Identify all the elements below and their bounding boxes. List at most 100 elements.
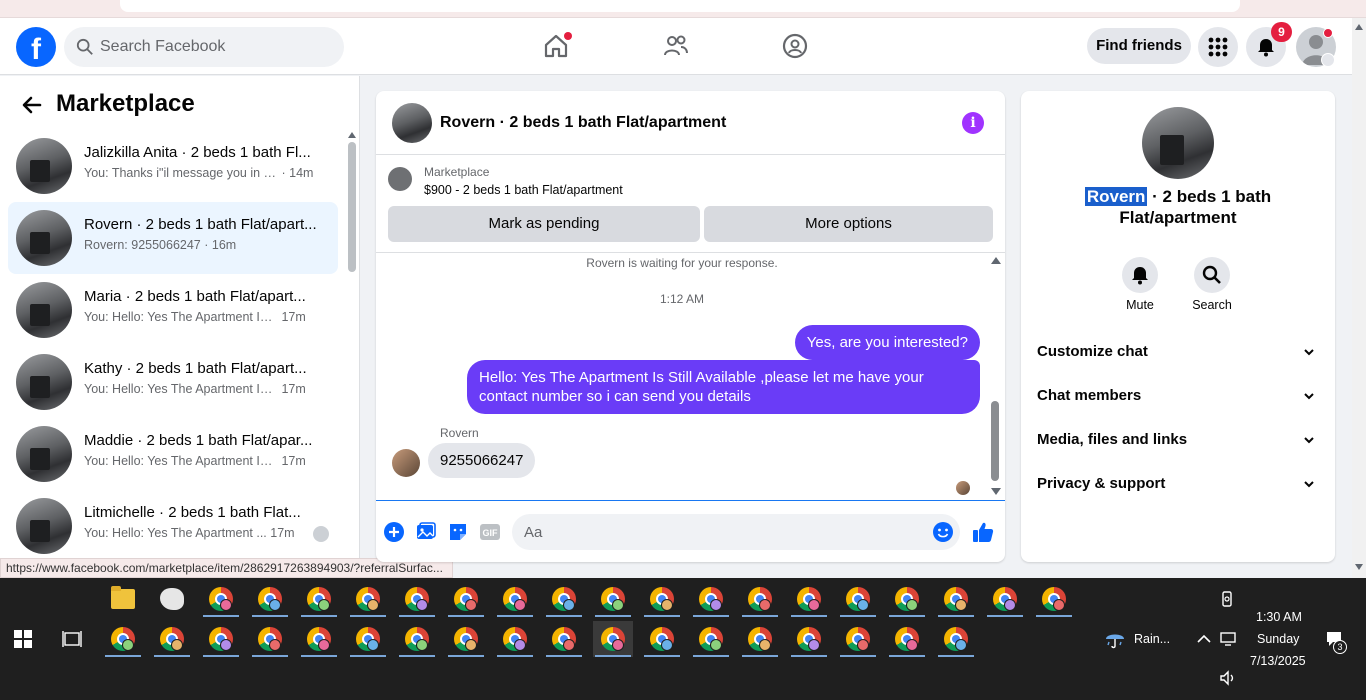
plus-circle-icon[interactable]: [383, 521, 405, 543]
search-input[interactable]: [100, 27, 330, 67]
section-privacy-support[interactable]: Privacy & support: [1037, 464, 1319, 504]
gif-icon[interactable]: GIF: [479, 521, 501, 543]
taskbar-chrome-window[interactable]: [838, 621, 878, 657]
clock-date[interactable]: 7/13/2025: [1250, 654, 1306, 668]
address-bar[interactable]: [120, 0, 1240, 12]
taskbar-chrome-window[interactable]: [250, 581, 290, 617]
conversation-item[interactable]: Jalizkilla Anita · 2 beds 1 bath Fl... Y…: [8, 130, 338, 202]
network-icon[interactable]: [1219, 630, 1237, 648]
taskbar-chrome-window[interactable]: [201, 581, 241, 617]
emoji-icon[interactable]: [932, 521, 954, 543]
taskbar-chrome-window[interactable]: [397, 621, 437, 657]
clock-time[interactable]: 1:30 AM: [1256, 610, 1302, 624]
taskbar-chrome-window[interactable]: [446, 621, 486, 657]
taskbar-chrome-window[interactable]: [642, 581, 682, 617]
mark-pending-button[interactable]: Mark as pending: [388, 206, 700, 242]
taskbar-chrome-window[interactable]: [936, 581, 976, 617]
taskbar-chrome-window[interactable]: [544, 581, 584, 617]
scroll-up-arrow[interactable]: [348, 132, 356, 138]
taskbar-chrome-window[interactable]: [299, 581, 339, 617]
conversation-item[interactable]: Maria · 2 beds 1 bath Flat/apart... You:…: [8, 274, 338, 346]
scrollbar-thumb[interactable]: [991, 401, 999, 481]
find-friends-button[interactable]: Find friends: [1087, 28, 1191, 64]
taskbar-chrome-window[interactable]: [838, 581, 878, 617]
taskbar-chrome-window[interactable]: [103, 621, 143, 657]
chevron-up-icon[interactable]: [1195, 630, 1213, 648]
facebook-logo[interactable]: f: [16, 27, 56, 67]
back-arrow-icon[interactable]: [20, 93, 44, 117]
taskbar-chrome-window[interactable]: [446, 581, 486, 617]
taskbar-chrome-window[interactable]: [348, 621, 388, 657]
selected-name-text[interactable]: Rovern: [1084, 187, 1148, 206]
section-media-files-links[interactable]: Media, files and links: [1037, 420, 1319, 460]
scroll-up-arrow[interactable]: [1355, 24, 1363, 30]
scrollbar-thumb[interactable]: [348, 142, 356, 272]
taskbar-chrome-window[interactable]: [740, 581, 780, 617]
windows-start-icon[interactable]: [14, 630, 32, 648]
conversation-item-active[interactable]: Rovern · 2 beds 1 bath Flat/apart... Rov…: [8, 202, 338, 274]
taskbar-chrome-window[interactable]: [593, 581, 633, 617]
taskbar-chrome-window[interactable]: [397, 581, 437, 617]
taskbar-chrome-window[interactable]: [348, 581, 388, 617]
taskbar-chrome-window[interactable]: [887, 621, 927, 657]
chat-listing-thumbnail[interactable]: [392, 103, 432, 143]
volume-icon[interactable]: [1219, 669, 1237, 687]
info-icon[interactable]: i: [962, 112, 984, 134]
taskbar-chrome-window[interactable]: [250, 621, 290, 657]
sidebar-scrollbar[interactable]: [347, 132, 357, 572]
message-input[interactable]: [512, 514, 960, 550]
taskbar-chrome-window[interactable]: [789, 621, 829, 657]
taskbar-chrome-window[interactable]: [740, 621, 780, 657]
weather-text[interactable]: Rain...: [1134, 632, 1170, 646]
conversation-item[interactable]: Litmichelle · 2 beds 1 bath Flat... You:…: [8, 490, 338, 562]
listing-small-thumbnail[interactable]: [388, 167, 412, 191]
task-view-icon[interactable]: [62, 630, 82, 648]
menu-button[interactable]: [1198, 27, 1238, 67]
outgoing-message[interactable]: Hello: Yes The Apartment Is Still Availa…: [467, 360, 980, 414]
section-chat-members[interactable]: Chat members: [1037, 376, 1319, 416]
sticker-icon[interactable]: [447, 521, 469, 543]
conversation-item[interactable]: Maddie · 2 beds 1 bath Flat/apar... You:…: [8, 418, 338, 490]
taskbar-chrome-window[interactable]: [544, 621, 584, 657]
more-options-button[interactable]: More options: [704, 206, 993, 242]
rain-umbrella-icon[interactable]: [1104, 629, 1126, 649]
sender-avatar[interactable]: [392, 449, 420, 477]
outgoing-message[interactable]: Yes, are you interested?: [794, 325, 980, 360]
chevron-down-icon[interactable]: [1321, 53, 1335, 67]
listing-photo[interactable]: [1142, 107, 1214, 179]
scroll-up-arrow[interactable]: [991, 257, 1001, 264]
taskbar-chrome-window[interactable]: [152, 621, 192, 657]
taskbar-chrome-window[interactable]: [642, 621, 682, 657]
scroll-down-arrow[interactable]: [991, 488, 1001, 495]
mute-action[interactable]: Mute: [1110, 257, 1170, 312]
thumbs-up-icon[interactable]: [971, 520, 995, 544]
paint-icon[interactable]: [160, 588, 184, 610]
section-customize-chat[interactable]: Customize chat: [1037, 332, 1319, 372]
search-action[interactable]: Search: [1182, 257, 1242, 312]
conversation-item[interactable]: Kathy · 2 beds 1 bath Flat/apart... You:…: [8, 346, 338, 418]
taskbar-chrome-window[interactable]: [495, 581, 535, 617]
photo-icon[interactable]: [415, 521, 437, 543]
taskbar-chrome-window[interactable]: [789, 581, 829, 617]
taskbar-chrome-window[interactable]: [887, 581, 927, 617]
chat-title[interactable]: Rovern · 2 beds 1 bath Flat/apartment: [440, 114, 726, 132]
file-explorer-icon[interactable]: [111, 586, 135, 609]
thread-scrollbar[interactable]: [989, 253, 1001, 497]
listing-description[interactable]: $900 - 2 beds 1 bath Flat/apartment: [424, 183, 623, 197]
groups-icon[interactable]: [781, 32, 809, 60]
clock-day[interactable]: Sunday: [1257, 632, 1299, 646]
search-box[interactable]: [64, 27, 344, 67]
taskbar-chrome-window[interactable]: [299, 621, 339, 657]
taskbar-chrome-window[interactable]: [691, 621, 731, 657]
incoming-message[interactable]: 9255066247: [428, 443, 536, 478]
taskbar-chrome-window[interactable]: [495, 621, 535, 657]
page-scrollbar[interactable]: [1352, 18, 1366, 578]
taskbar-chrome-window[interactable]: [1034, 581, 1074, 617]
taskbar-chrome-window[interactable]: [691, 581, 731, 617]
scroll-down-arrow[interactable]: [1355, 564, 1363, 570]
taskbar-chrome-window[interactable]: [593, 621, 633, 657]
friends-icon[interactable]: [662, 32, 690, 60]
taskbar-chrome-window[interactable]: [201, 621, 241, 657]
phone-link-icon[interactable]: [1218, 590, 1236, 608]
taskbar-chrome-window[interactable]: [985, 581, 1025, 617]
